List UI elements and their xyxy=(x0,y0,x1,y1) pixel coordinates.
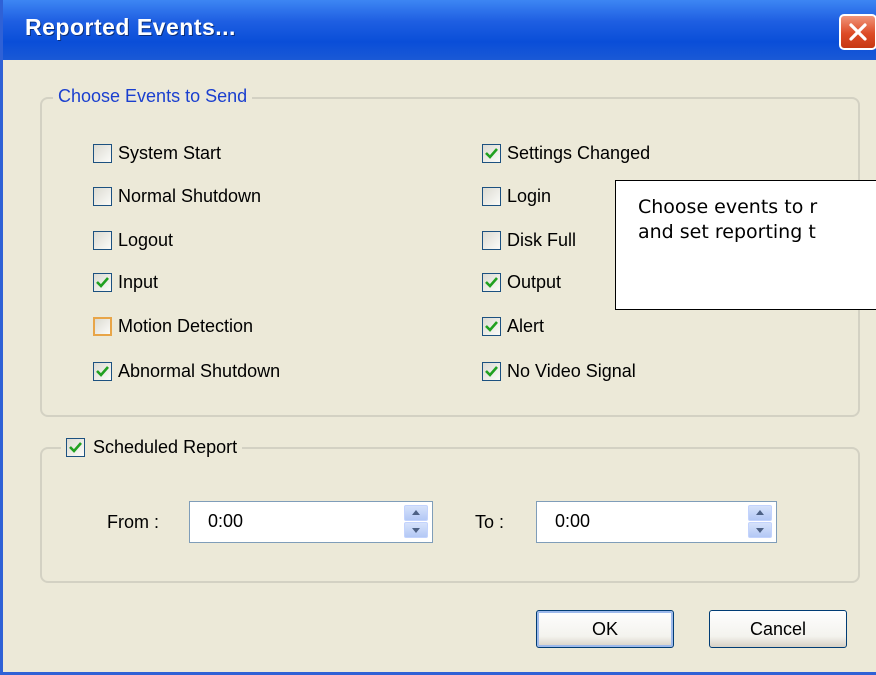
reported-events-dialog: Reported Events... Choose Events to Send… xyxy=(0,0,876,675)
checkbox-box[interactable] xyxy=(482,187,501,206)
checkbox-label: Login xyxy=(507,186,552,206)
checkbox-logout[interactable]: Logout xyxy=(93,230,173,251)
checkbox-label: Abnormal Shutdown xyxy=(118,361,281,381)
title-bar[interactable]: Reported Events... xyxy=(3,0,876,60)
checkbox-input[interactable]: Input xyxy=(93,272,158,293)
checkbox-system-start[interactable]: System Start xyxy=(93,143,221,164)
checkbox-label: Input xyxy=(118,272,159,292)
checkbox-box[interactable] xyxy=(482,317,501,336)
from-time-value[interactable]: 0:00 xyxy=(208,511,243,532)
from-label: From : xyxy=(107,512,159,532)
ok-button[interactable]: OK xyxy=(536,610,674,648)
callout-line-1: Choose events to r xyxy=(638,196,818,218)
checkbox-box[interactable] xyxy=(482,273,501,292)
events-group-legend: Choose Events to Send xyxy=(53,86,253,107)
to-spin-up-button[interactable] xyxy=(748,505,772,521)
checkbox-label: Settings Changed xyxy=(507,143,651,163)
checkbox-abnormal-shutdown[interactable]: Abnormal Shutdown xyxy=(93,361,280,382)
checkbox-label: System Start xyxy=(118,143,222,163)
checkbox-box[interactable] xyxy=(482,144,501,163)
checkbox-settings-changed[interactable]: Settings Changed xyxy=(482,143,650,164)
checkbox-disk-full[interactable]: Disk Full xyxy=(482,230,576,251)
checkbox-no-video-signal[interactable]: No Video Signal xyxy=(482,361,636,382)
checkbox-normal-shutdown[interactable]: Normal Shutdown xyxy=(93,186,261,207)
checkmark-icon xyxy=(96,366,109,377)
checkbox-box[interactable] xyxy=(93,144,112,163)
checkbox-box[interactable] xyxy=(482,231,501,250)
arrow-down-icon xyxy=(756,528,764,533)
from-spin-up-button[interactable] xyxy=(404,505,428,521)
arrow-up-icon xyxy=(756,510,764,515)
checkbox-label: No Video Signal xyxy=(507,361,636,381)
to-spin-down-button[interactable] xyxy=(748,522,772,538)
checkbox-box[interactable] xyxy=(93,362,112,381)
help-callout: Choose events to r and set reporting t xyxy=(615,180,876,310)
checkbox-box[interactable] xyxy=(93,273,112,292)
checkbox-label: Normal Shutdown xyxy=(118,186,262,206)
from-time-spinner[interactable]: 0:00 xyxy=(189,501,433,543)
arrow-down-icon xyxy=(412,528,420,533)
checkmark-icon xyxy=(69,442,82,453)
window-title: Reported Events... xyxy=(25,14,236,40)
checkbox-alert[interactable]: Alert xyxy=(482,316,544,337)
from-spin-down-button[interactable] xyxy=(404,522,428,538)
arrow-up-icon xyxy=(412,510,420,515)
from-spin-buttons xyxy=(404,505,428,539)
to-time-value[interactable]: 0:00 xyxy=(555,511,590,532)
scheduled-report-label: Scheduled Report xyxy=(93,437,238,457)
checkmark-icon xyxy=(485,148,498,159)
to-label: To : xyxy=(475,512,505,532)
checkbox-motion-detection[interactable]: Motion Detection xyxy=(93,316,253,337)
checkmark-icon xyxy=(96,277,109,288)
checkbox-box[interactable] xyxy=(482,362,501,381)
scheduled-report-checkbox[interactable]: Scheduled Report xyxy=(61,437,243,458)
checkbox-login[interactable]: Login xyxy=(482,186,551,207)
close-button[interactable] xyxy=(839,14,876,50)
checkbox-label: Alert xyxy=(507,316,545,336)
checkbox-label: Logout xyxy=(118,230,174,250)
to-spin-buttons xyxy=(748,505,772,539)
close-icon xyxy=(849,23,867,41)
checkbox-output[interactable]: Output xyxy=(482,272,561,293)
checkbox-box[interactable] xyxy=(93,231,112,250)
checkbox-box[interactable] xyxy=(93,317,112,336)
checkmark-icon xyxy=(485,321,498,332)
cancel-button[interactable]: Cancel xyxy=(709,610,847,648)
checkbox-label: Disk Full xyxy=(507,230,577,250)
checkbox-label: Output xyxy=(507,272,562,292)
checkbox-box[interactable] xyxy=(66,438,85,457)
to-time-spinner[interactable]: 0:00 xyxy=(536,501,777,543)
checkmark-icon xyxy=(485,366,498,377)
checkbox-box[interactable] xyxy=(93,187,112,206)
checkbox-label: Motion Detection xyxy=(118,316,254,336)
callout-line-2: and set reporting t xyxy=(638,221,816,243)
checkmark-icon xyxy=(485,277,498,288)
